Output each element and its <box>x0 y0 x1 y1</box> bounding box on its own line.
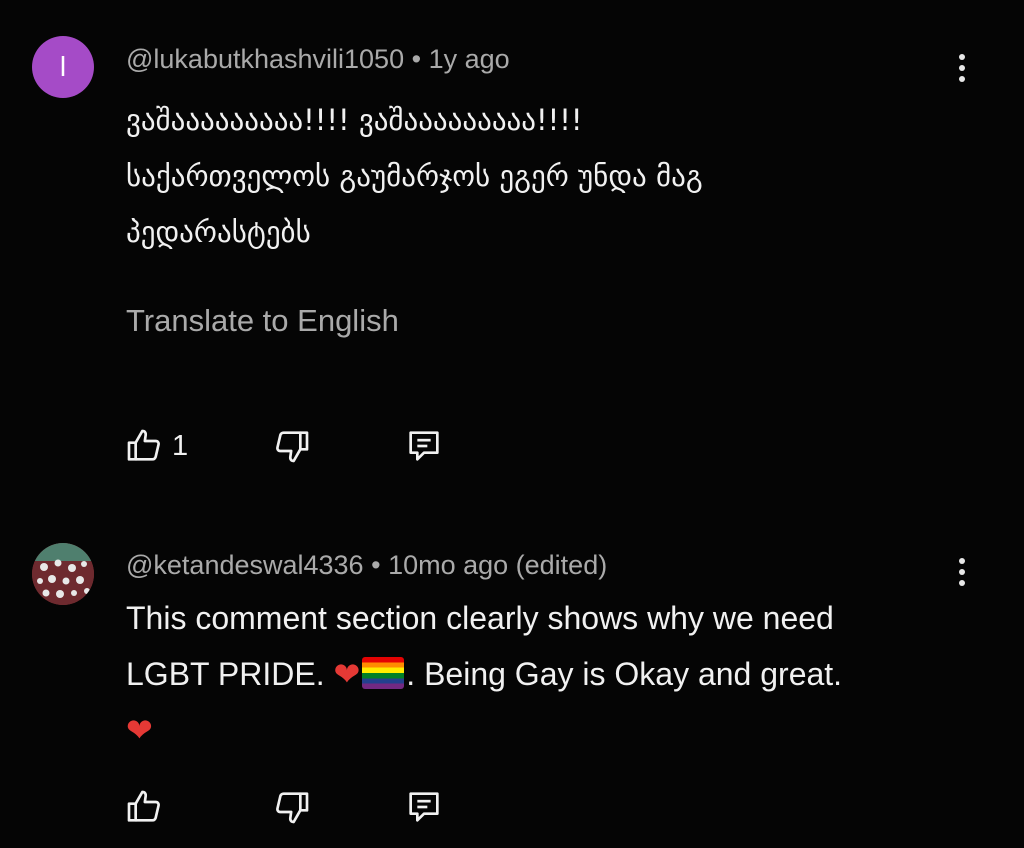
avatar[interactable]: l <box>32 36 94 98</box>
comment-meta: @lukabutkhashvili1050 • 1y ago <box>126 44 510 75</box>
comment-line: საქართველოს გაუმარჯოს ეგერ უნდა მაგ <box>126 159 703 193</box>
comment-fragment: . Being Gay is Okay and great. <box>406 656 843 692</box>
comment-line: This comment section clearly shows why w… <box>126 600 834 636</box>
comment-fragment: LGBT PRIDE. <box>126 656 325 692</box>
meta-separator: • <box>411 44 422 74</box>
comment-line: LGBT PRIDE. ❤ . Being Gay is Okay and gre… <box>126 646 966 702</box>
more-vert-icon[interactable] <box>947 550 977 594</box>
comment-line: პედარასტებს <box>126 215 311 249</box>
reply-button[interactable] <box>404 785 444 829</box>
author-handle[interactable]: @ketandeswal4336 <box>126 550 364 580</box>
thumbs-up-icon <box>127 429 160 461</box>
dislike-button[interactable] <box>272 785 312 829</box>
dislike-button[interactable] <box>272 424 312 468</box>
comment-time[interactable]: 1y ago <box>429 44 510 74</box>
comment-meta: @ketandeswal4336 • 10mo ago (edited) <box>126 550 607 581</box>
heart-icon: ❤ <box>126 711 153 749</box>
comment-item: @ketandeswal4336 • 10mo ago (edited) Thi… <box>0 520 1024 848</box>
comment-item: l @lukabutkhashvili1050 • 1y ago ვაშაააა… <box>0 0 1024 520</box>
comment-text: This comment section clearly shows why w… <box>126 590 966 758</box>
author-handle[interactable]: @lukabutkhashvili1050 <box>126 44 404 74</box>
rainbow-flag-icon <box>362 657 405 689</box>
thumbs-down-icon <box>276 431 309 463</box>
like-button[interactable]: 1 <box>124 424 188 468</box>
more-vert-icon[interactable] <box>947 46 977 90</box>
thumbs-up-icon <box>127 790 160 822</box>
meta-separator: • <box>371 550 381 580</box>
avatar[interactable] <box>32 543 94 605</box>
like-count: 1 <box>172 429 189 462</box>
reply-icon <box>409 431 439 461</box>
comment-text: ვაშააააააააა!!!! ვაშააააააააა!!!! საქართ… <box>126 92 966 260</box>
reply-icon <box>409 792 439 822</box>
comment-time[interactable]: 10mo ago (edited) <box>388 550 607 580</box>
translate-link[interactable]: Translate to English <box>126 303 399 339</box>
like-button[interactable] <box>124 785 164 829</box>
reply-button[interactable] <box>404 424 444 468</box>
comment-line: ვაშააააააააა!!!! ვაშააააააააა!!!! <box>126 103 583 137</box>
heart-icon: ❤ <box>333 655 361 693</box>
comment-line: ❤ <box>126 702 966 758</box>
thumbs-down-icon <box>276 792 309 824</box>
